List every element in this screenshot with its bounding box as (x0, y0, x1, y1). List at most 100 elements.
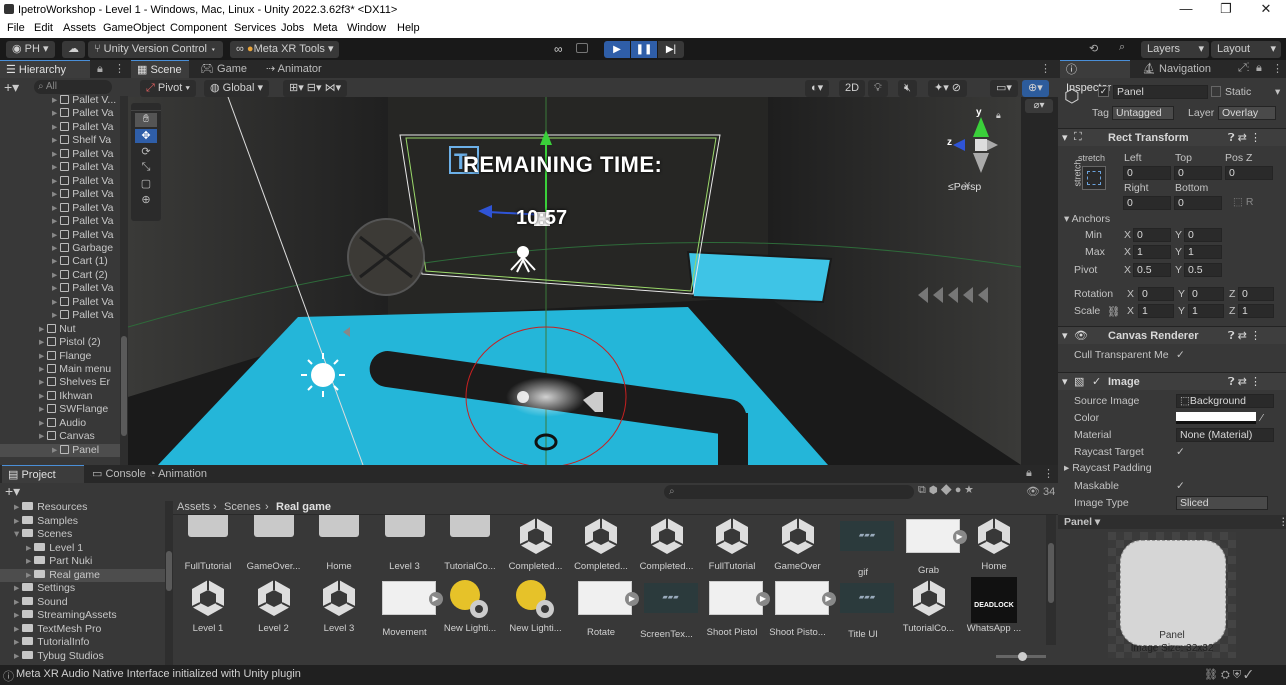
hierarchy-item[interactable]: ▸ Cart (2) (0, 269, 120, 282)
expand-arrow-icon[interactable]: ▸ (14, 650, 22, 662)
layers-dropdown[interactable]: Layers ▾ (1141, 41, 1209, 58)
static-label[interactable]: Static (1225, 86, 1251, 98)
scene-viewport[interactable]: T x REMAINING TIME: 10:57 y z 🔒︎ ≤Persp … (128, 97, 1021, 465)
2d-toggle[interactable]: 2D (839, 80, 866, 97)
status-message[interactable]: Meta XR Audio Native Interface initializ… (16, 668, 301, 680)
expand-arrow-icon[interactable]: ▸ (14, 582, 22, 594)
expand-arrow-icon[interactable]: ▸ (39, 336, 47, 348)
hierarchy-item[interactable]: ▸ Pallet Va (0, 202, 120, 215)
asset-item[interactable]: Level 3 (374, 515, 436, 572)
asset-item[interactable]: ▶ Movement (374, 577, 443, 638)
asset-item[interactable]: Home (308, 515, 370, 572)
preview-title[interactable]: Panel ▾ (1064, 516, 1100, 528)
folder-tree-item[interactable]: ▸ Real game (0, 568, 165, 582)
help-icon[interactable]: ❓︎ ⇄ ⋮ (1228, 329, 1261, 343)
menu-help[interactable]: Help (397, 22, 420, 34)
kebab-menu-icon[interactable]: ⋮ (1278, 516, 1286, 528)
perspective-label[interactable]: ≤Persp (948, 181, 981, 193)
version-control-button[interactable]: ⑂ Unity Version Control ▾ (88, 41, 223, 58)
expand-arrow-icon[interactable]: ▸ (52, 107, 60, 119)
scale-z-field[interactable]: 1 (1238, 304, 1274, 318)
asset-item[interactable]: New Lighti... (439, 577, 501, 634)
global-dropdown[interactable]: ◍ Global ▾ (204, 80, 270, 97)
hidden-count[interactable]: 👁︎ 34 (1026, 485, 1055, 498)
expand-arrow-icon[interactable]: ▸ (52, 202, 60, 214)
expand-arrow-icon[interactable]: ▾ (14, 528, 22, 540)
help-icon[interactable]: ❓︎ ⇄ ⋮ (1228, 375, 1261, 389)
expand-arrow-icon[interactable]: ▸ (52, 269, 60, 281)
menu-gameobject[interactable]: GameObject (103, 22, 165, 34)
hierarchy-item[interactable]: ▸ Pallet Va (0, 148, 120, 161)
effects-dropdown[interactable]: ✦▾ ⊘ (928, 80, 968, 97)
active-checkbox[interactable]: ✓ (1098, 86, 1109, 97)
tab-scene[interactable]: ▦ Scene (131, 60, 189, 78)
breadcrumb-real-game[interactable]: Real game (276, 501, 331, 513)
expand-arrow-icon[interactable]: ▸ (39, 417, 47, 429)
asset-item[interactable]: TutorialCo... (439, 515, 501, 572)
kebab-menu-icon[interactable]: ⋮ (1040, 62, 1051, 75)
menu-window[interactable]: Window (347, 22, 386, 34)
expand-arrow-icon[interactable]: ▸ (39, 430, 47, 442)
image-header[interactable]: ▾ ▧ ✓ Image ❓︎ ⇄ ⋮ (1058, 372, 1286, 390)
scrollbar-thumb[interactable] (1048, 543, 1054, 603)
folder-tree-item[interactable]: ▸ Level 1 (0, 542, 165, 556)
breadcrumb-assets[interactable]: Assets (177, 501, 210, 513)
static-checkbox[interactable] (1211, 86, 1221, 97)
tool-palette-grip[interactable] (131, 103, 161, 111)
play-button[interactable]: ▶ (604, 41, 630, 58)
menu-file[interactable]: File (7, 22, 25, 34)
grid-snap-button[interactable]: ⊞▾ ⊟▾ ⋈▾ (283, 80, 348, 97)
expand-arrow-icon[interactable]: ▸ (14, 596, 22, 608)
folder-tree-item[interactable]: ▸ Resources (0, 501, 165, 515)
pivot-dropdown[interactable]: ⤢ Pivot ▾ (140, 80, 196, 97)
scale-tool-icon[interactable]: ⤡ (135, 161, 157, 175)
move-tool-icon[interactable]: ✥ (135, 129, 157, 143)
maskable-checkbox[interactable]: ✓ (1176, 480, 1185, 492)
asset-item[interactable]: Home (963, 515, 1025, 572)
layer-dropdown[interactable]: Overlay (1218, 106, 1276, 120)
link-icon[interactable]: ⛓︎ (1107, 305, 1120, 318)
hierarchy-item[interactable]: ▸ Pallet Va (0, 107, 120, 120)
search-icon[interactable]: ⌕ (1119, 41, 1125, 54)
hierarchy-item[interactable]: ▸ Pallet Va (0, 175, 120, 188)
expand-arrow-icon[interactable]: ▸ (52, 296, 60, 308)
kebab-menu-icon[interactable]: ⋮ (114, 62, 125, 75)
folder-tree-scrollbar[interactable] (165, 501, 173, 665)
asset-item[interactable]: Completed... (505, 515, 567, 572)
menu-assets[interactable]: Assets (63, 22, 96, 34)
folder-tree-item[interactable]: ▸ StreamingAssets (0, 609, 165, 623)
left-field[interactable]: 0 (1123, 166, 1171, 180)
hierarchy-item[interactable]: ▸ Cart (1) (0, 255, 120, 268)
color-field[interactable] (1176, 412, 1256, 424)
scrollbar-thumb[interactable] (121, 336, 127, 436)
rect-transform-header[interactable]: ▾ ⛶ Rect Transform ❓︎ ⇄ ⋮ (1058, 128, 1286, 146)
asset-item[interactable]: New Lighti... (505, 577, 567, 634)
hierarchy-item[interactable]: ▸ Pallet Va (0, 161, 120, 174)
thumbnail-size-slider[interactable] (996, 652, 1046, 661)
gizmo-lock-icon[interactable]: 🔒︎ (996, 110, 1001, 121)
tab-project[interactable]: ▤ Project (2, 465, 84, 483)
hierarchy-item[interactable]: ▸ Pallet Va (0, 215, 120, 228)
raycast-target-checkbox[interactable]: ✓ (1176, 446, 1185, 458)
rotate-tool-icon[interactable]: ⟳ (135, 145, 157, 159)
maximize-button[interactable]: ❐ (1206, 1, 1246, 17)
hierarchy-item[interactable]: ▸ Canvas (0, 430, 120, 443)
search-filter-icons[interactable]: ⧉ ⬢ ◆ ● ★ (918, 484, 973, 497)
tab-animator[interactable]: ⇢ Animator (260, 60, 328, 78)
expand-arrow-icon[interactable]: ▸ (39, 376, 47, 388)
expand-arrow-icon[interactable]: ▸ (52, 309, 60, 321)
kebab-menu-icon[interactable]: ⋮ (1272, 62, 1283, 75)
material-field[interactable]: None (Material) (1176, 428, 1274, 442)
max-y-field[interactable]: 1 (1184, 245, 1222, 259)
scrollbar-thumb[interactable] (166, 551, 172, 591)
hierarchy-item[interactable]: ▸ Shelf Va (0, 134, 120, 147)
hierarchy-scrollbar[interactable] (120, 96, 128, 465)
expand-arrow-icon[interactable]: ▸ (39, 390, 47, 402)
lock-icon[interactable]: 🔒︎ (1026, 467, 1032, 480)
asset-item[interactable]: Level 3 (308, 577, 370, 634)
expand-arrow-icon[interactable]: ▸ (52, 215, 60, 227)
folder-tree-item[interactable]: ▸ TutorialInfo (0, 636, 165, 650)
camera-dropdown[interactable]: ▭▾ (990, 80, 1018, 97)
expand-arrow-icon[interactable]: ▸ (52, 242, 60, 254)
expand-arrow-icon[interactable]: ▸ (14, 515, 22, 527)
